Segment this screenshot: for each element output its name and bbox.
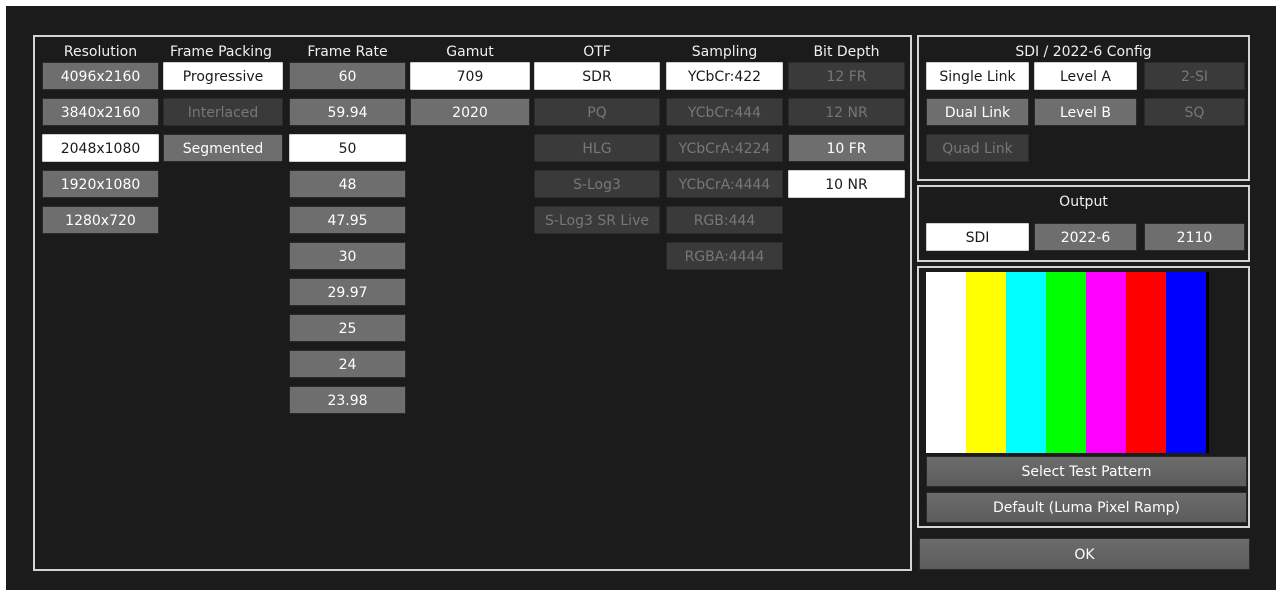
frame-rate-option[interactable]: 47.95: [289, 206, 406, 234]
otf-option: PQ: [534, 98, 660, 126]
frame-rate-option[interactable]: 60: [289, 62, 406, 90]
sampling-option: YCbCrA:4444: [666, 170, 783, 198]
otf-option: S-Log3 SR Live: [534, 206, 660, 234]
output-title: Output: [1059, 194, 1108, 210]
bit-depth-option[interactable]: 10 NR: [788, 170, 905, 198]
sampling-header: Sampling: [691, 44, 758, 60]
sampling-option: RGBA:4444: [666, 242, 783, 270]
gamut-option[interactable]: 709: [410, 62, 530, 90]
bit-depth-option: 12 NR: [788, 98, 905, 126]
sampling-option: RGB:444: [666, 206, 783, 234]
bit-depth-header: Bit Depth: [813, 44, 880, 60]
bit-depth-option: 12 FR: [788, 62, 905, 90]
output-option[interactable]: 2022-6: [1034, 223, 1137, 251]
otf-option: HLG: [534, 134, 660, 162]
sampling-option: YCbCr:444: [666, 98, 783, 126]
color-bars-preview: [926, 272, 1209, 453]
frame-rate-option[interactable]: 59.94: [289, 98, 406, 126]
frame-packing-header: Frame Packing: [170, 44, 272, 60]
frame-rate-option[interactable]: 30: [289, 242, 406, 270]
otf-header: OTF: [583, 44, 611, 60]
gamut-option[interactable]: 2020: [410, 98, 530, 126]
resolution-option[interactable]: 1280x720: [42, 206, 159, 234]
resolution-option[interactable]: 3840x2160: [42, 98, 159, 126]
sampling-option[interactable]: YCbCr:422: [666, 62, 783, 90]
sdi-config-title: SDI / 2022-6 Config: [1015, 44, 1152, 60]
frame-rate-option[interactable]: 23.98: [289, 386, 406, 414]
output-panel: Output SDI 2022-6 2110: [917, 185, 1250, 262]
frame-rate-option[interactable]: 25: [289, 314, 406, 342]
sdi-level-option[interactable]: Level A: [1034, 62, 1137, 90]
sdi-link-option[interactable]: Single Link: [926, 62, 1029, 90]
select-test-pattern-button[interactable]: Select Test Pattern: [926, 456, 1247, 487]
otf-option: S-Log3: [534, 170, 660, 198]
sdi-link-option: Quad Link: [926, 134, 1029, 162]
output-option[interactable]: 2110: [1144, 223, 1245, 251]
frame-packing-option: Interlaced: [163, 98, 283, 126]
frame-packing-option[interactable]: Segmented: [163, 134, 283, 162]
sdi-link-option[interactable]: Dual Link: [926, 98, 1029, 126]
sampling-option: YCbCrA:4224: [666, 134, 783, 162]
frame-rate-header: Frame Rate: [307, 44, 388, 60]
bit-depth-option[interactable]: 10 FR: [788, 134, 905, 162]
color-bar: [1086, 272, 1126, 453]
ok-button[interactable]: OK: [919, 538, 1250, 570]
sdi-config-panel: SDI / 2022-6 Config Single Link Dual Link…: [917, 35, 1250, 181]
sdi-mode-option: SQ: [1144, 98, 1245, 126]
frame-rate-option[interactable]: 50: [289, 134, 406, 162]
signal-config-screen: Resolution Frame Packing Frame Rate Gamu…: [6, 6, 1276, 590]
frame-rate-option[interactable]: 24: [289, 350, 406, 378]
sdi-level-option[interactable]: Level B: [1034, 98, 1137, 126]
frame-rate-option[interactable]: 48: [289, 170, 406, 198]
color-bar: [1046, 272, 1086, 453]
color-bar: [966, 272, 1006, 453]
format-panel: Resolution Frame Packing Frame Rate Gamu…: [33, 35, 912, 571]
output-option[interactable]: SDI: [926, 223, 1029, 251]
test-pattern-panel: Select Test Pattern Default (Luma Pixel …: [917, 266, 1250, 528]
color-bar: [1126, 272, 1166, 453]
frame-rate-option[interactable]: 29.97: [289, 278, 406, 306]
resolution-header: Resolution: [63, 44, 138, 60]
color-bar: [1006, 272, 1046, 453]
default-pattern-button[interactable]: Default (Luma Pixel Ramp): [926, 492, 1247, 523]
color-bar: [926, 272, 966, 453]
resolution-option[interactable]: 1920x1080: [42, 170, 159, 198]
frame-packing-option[interactable]: Progressive: [163, 62, 283, 90]
resolution-option[interactable]: 4096x2160: [42, 62, 159, 90]
otf-option[interactable]: SDR: [534, 62, 660, 90]
color-bar: [1166, 272, 1206, 453]
gamut-header: Gamut: [446, 44, 494, 60]
resolution-option[interactable]: 2048x1080: [42, 134, 159, 162]
sdi-mode-option: 2-SI: [1144, 62, 1245, 90]
